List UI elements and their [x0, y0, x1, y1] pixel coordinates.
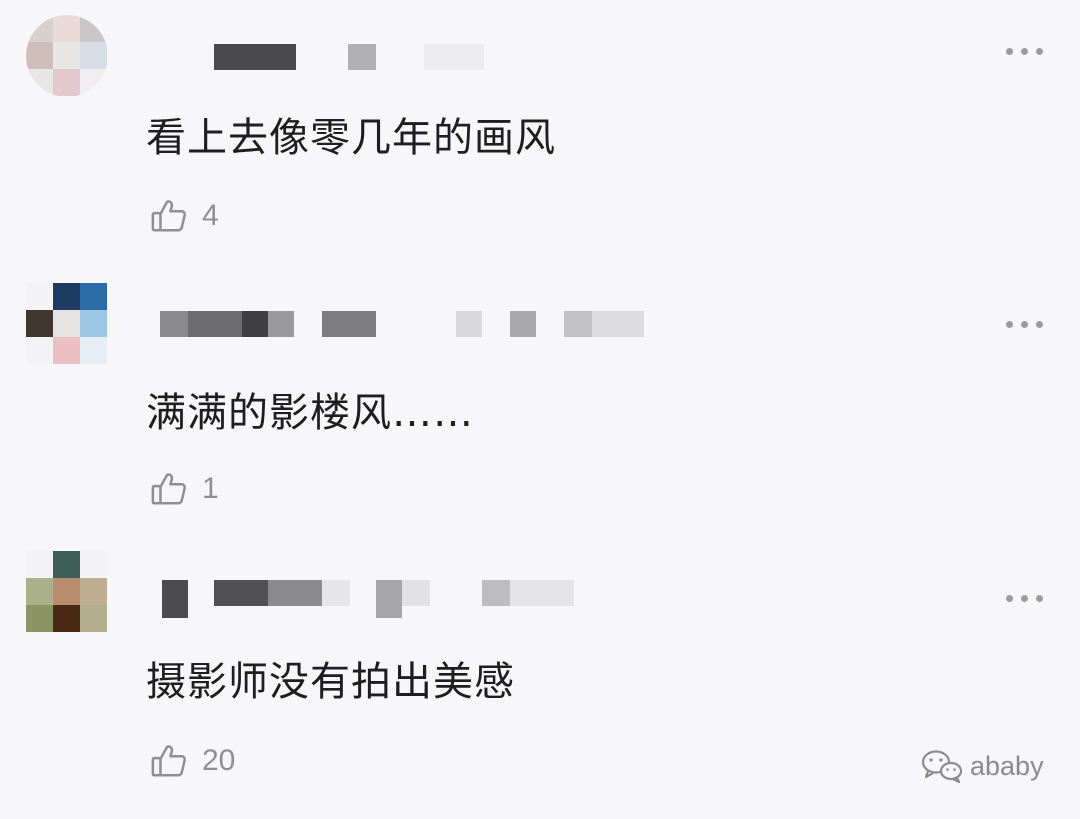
watermark-label: ababy: [970, 750, 1044, 781]
username-blurred[interactable]: [160, 311, 650, 337]
like-button[interactable]: 20: [150, 741, 235, 781]
like-button[interactable]: 1: [150, 469, 219, 509]
thumbs-up-icon: [151, 745, 186, 777]
comment-item: 摄影师没有拍出美感 20: [0, 0, 1080, 777]
watermark: ababy: [920, 748, 1044, 784]
thumbs-up-icon: [151, 473, 186, 505]
avatar[interactable]: [26, 551, 108, 633]
comment-text: 摄影师没有拍出美感: [146, 659, 515, 705]
comment-text: 满满的影楼风……: [146, 390, 474, 436]
avatar[interactable]: [26, 283, 108, 365]
like-count: 20: [202, 744, 236, 777]
more-options-icon[interactable]: [1006, 593, 1044, 603]
more-options-icon[interactable]: [1006, 319, 1044, 329]
wechat-icon: [921, 750, 963, 784]
like-count: 1: [202, 472, 219, 505]
username-blurred[interactable]: [162, 580, 582, 618]
